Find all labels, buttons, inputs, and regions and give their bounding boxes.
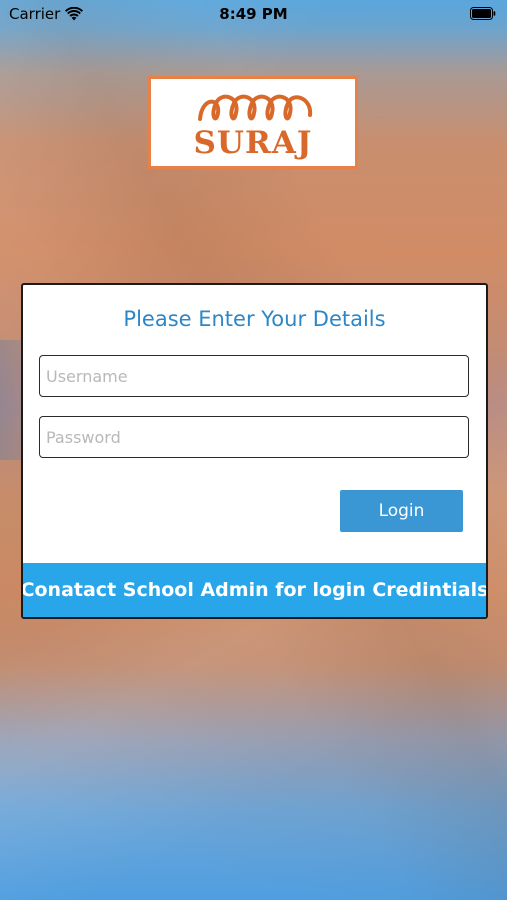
logo-text: SURAJ (193, 125, 313, 161)
school-logo: SURAJ (148, 76, 358, 169)
status-time: 8:49 PM (219, 5, 288, 23)
contact-admin-note: Conatact School Admin for login Credinti… (23, 563, 486, 617)
status-bar: Carrier 8:49 PM (0, 0, 507, 28)
login-card: Please Enter Your Details Login Conatact… (21, 283, 488, 619)
card-title: Please Enter Your Details (123, 307, 386, 331)
password-input[interactable] (39, 416, 469, 458)
battery-icon (470, 7, 496, 20)
username-input[interactable] (39, 355, 469, 397)
wave-logo-icon (198, 94, 313, 121)
login-button[interactable]: Login (340, 490, 463, 532)
